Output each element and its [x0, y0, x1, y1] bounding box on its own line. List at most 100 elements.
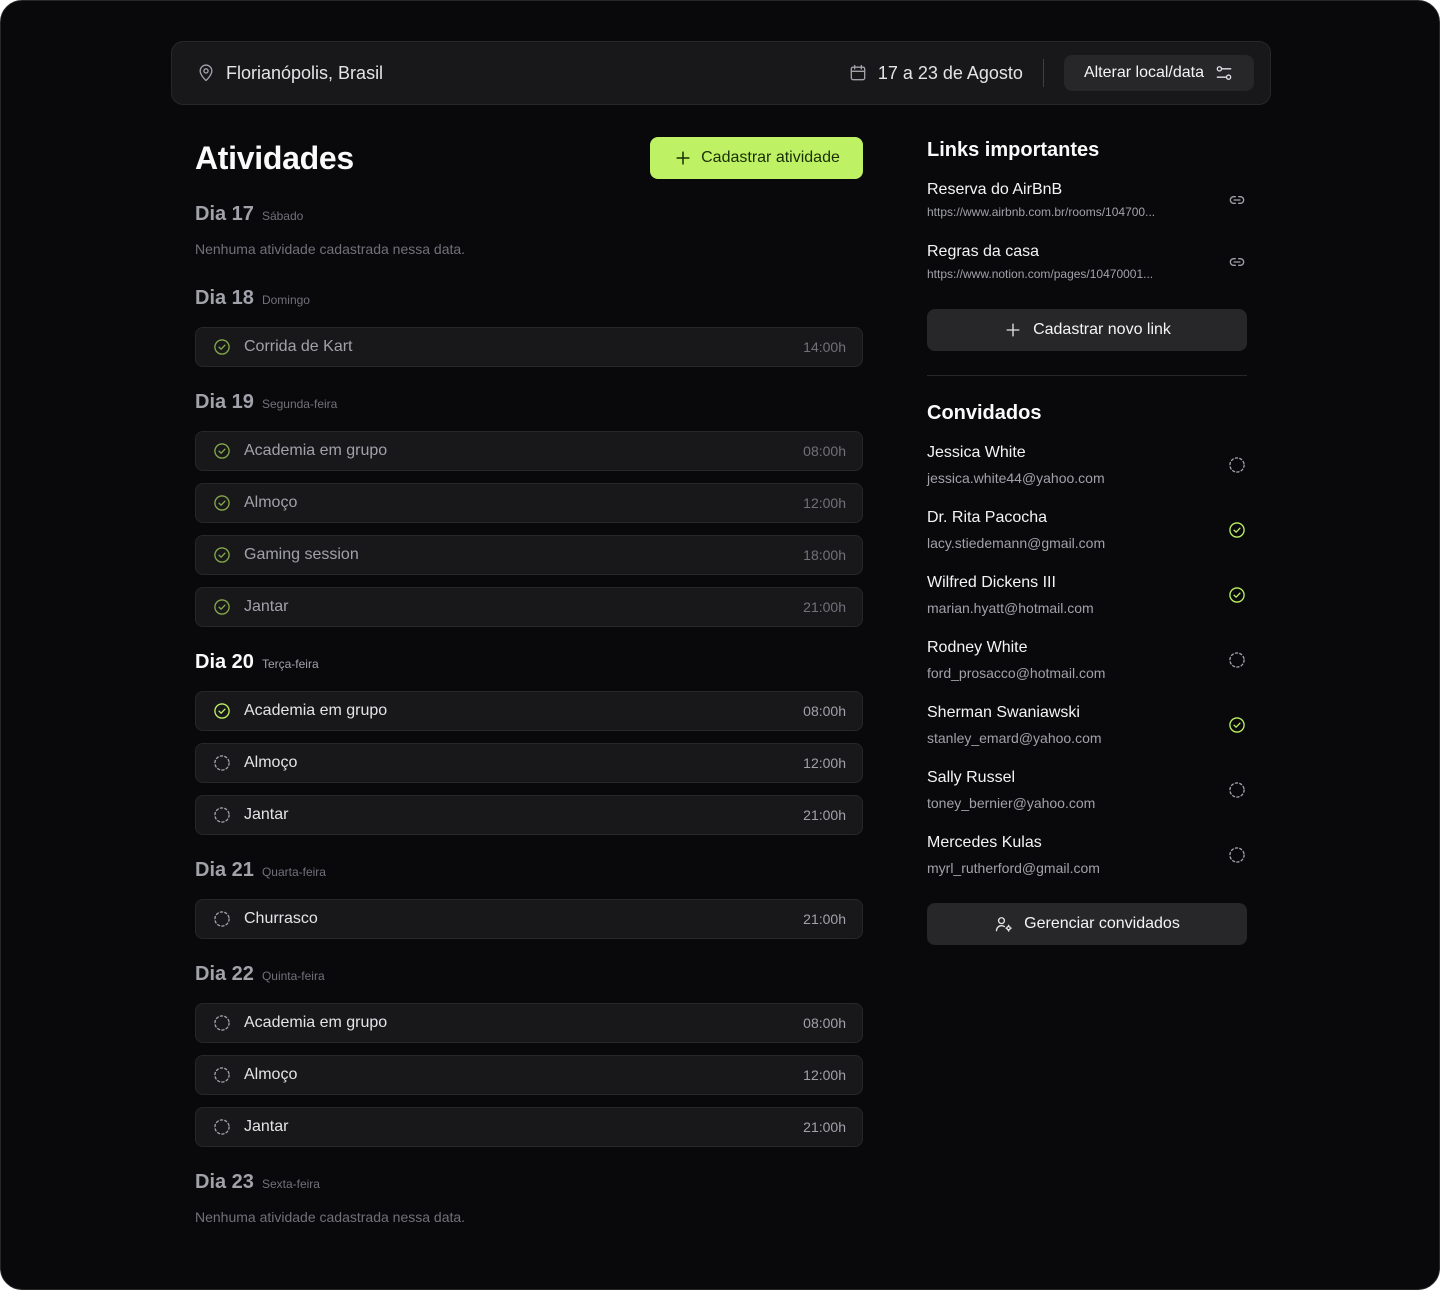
empty-day-message: Nenhuma atividade cadastrada nessa data.	[195, 1209, 466, 1225]
guest-item: Wilfred Dickens III marian.hyatt@hotmail.…	[927, 568, 1247, 621]
activity-time: 21:00h	[803, 599, 846, 615]
empty-day-message: Nenhuma atividade cadastrada nessa data.	[195, 241, 466, 257]
activities-title: Atividades	[195, 139, 354, 176]
guest-name: Jessica White	[927, 443, 1026, 461]
guest-email: jessica.white44@yahoo.com	[927, 469, 1105, 486]
add-activity-button[interactable]: Cadastrar atividade	[650, 137, 863, 179]
activity-name: Churrasco	[244, 910, 318, 927]
guest-name: Sally Russel	[927, 768, 1016, 786]
activity-list: Academia em grupo 08:00h Almoço 12:00h Janta…	[195, 691, 863, 835]
activity-list: Churrasco 21:00h	[195, 899, 863, 939]
activity-name: Jantar	[244, 598, 289, 615]
day-group: Dia 20 Terça-feira Academia em grupo 08:00h…	[195, 651, 863, 835]
guest-name: Sherman Swaniawski	[927, 703, 1080, 721]
link-icon[interactable]	[1227, 190, 1247, 210]
activity-item[interactable]: Jantar 21:00h	[195, 1107, 863, 1147]
trip-location: Florianópolis, Brasil	[196, 63, 383, 84]
guest-item: Sally Russel toney_bernier@yahoo.com	[927, 763, 1247, 816]
guest-name: Dr. Rita Pacocha	[927, 508, 1048, 526]
circle-check-icon	[212, 597, 232, 617]
day-header: Dia 18 Domingo	[195, 287, 863, 315]
circle-dashed-icon	[1227, 780, 1247, 800]
activity-item[interactable]: Academia em grupo 08:00h	[195, 1003, 863, 1043]
guest-item: Jessica White jessica.white44@yahoo.com	[927, 438, 1247, 491]
activity-item[interactable]: Academia em grupo 08:00h	[195, 431, 863, 471]
activity-item[interactable]: Almoço 12:00h	[195, 1055, 863, 1095]
activity-name: Academia em grupo	[244, 442, 388, 459]
circle-dashed-icon	[1227, 455, 1247, 475]
day-weekday: Sábado	[261, 209, 304, 223]
guest-name: Mercedes Kulas	[927, 833, 1042, 851]
circle-dashed-icon	[212, 1117, 232, 1137]
change-location-date-button[interactable]: Alterar local/data	[1063, 55, 1254, 91]
circle-dashed-icon	[1227, 845, 1247, 865]
guest-email: myrl_rutherford@gmail.com	[927, 859, 1100, 876]
day-label: Dia 18	[195, 287, 254, 309]
day-header: Dia 22 Quinta-feira	[195, 963, 863, 991]
activity-time: 18:00h	[803, 547, 846, 563]
day-weekday: Sexta-feira	[261, 1177, 320, 1191]
circle-dashed-icon	[212, 1065, 232, 1085]
day-group: Dia 17 Sábado Nenhuma atividade cadastrada…	[195, 203, 863, 263]
circle-check-icon	[212, 441, 232, 461]
guests-title: Convidados	[927, 402, 1042, 424]
activity-item[interactable]: Jantar 21:00h	[195, 795, 863, 835]
circle-check-icon	[212, 337, 232, 357]
activity-time: 21:00h	[803, 911, 846, 927]
circle-dashed-icon	[212, 1013, 232, 1033]
activity-item[interactable]: Almoço 12:00h	[195, 483, 863, 523]
sliders-icon	[1214, 63, 1234, 83]
app-window: Florianópolis, Brasil 17 a 23 de Agosto …	[0, 0, 1440, 1290]
circle-check-icon	[1227, 520, 1247, 540]
day-label: Dia 20	[195, 651, 254, 673]
day-weekday: Quarta-feira	[261, 865, 326, 879]
activity-item[interactable]: Churrasco 21:00h	[195, 899, 863, 939]
activity-time: 08:00h	[803, 443, 846, 459]
circle-check-icon	[212, 493, 232, 513]
plus-icon	[1003, 320, 1023, 340]
circle-check-icon	[1227, 585, 1247, 605]
day-header: Dia 20 Terça-feira	[195, 651, 863, 679]
trip-header: Florianópolis, Brasil 17 a 23 de Agosto …	[171, 41, 1271, 105]
activity-time: 12:00h	[803, 1067, 846, 1083]
circle-dashed-icon	[212, 805, 232, 825]
guests-list: Jessica White jessica.white44@yahoo.com Dr…	[927, 438, 1247, 881]
activity-name: Academia em grupo	[244, 702, 388, 719]
manage-guests-button[interactable]: Gerenciar convidados	[927, 903, 1247, 945]
activity-time: 12:00h	[803, 755, 846, 771]
activity-item[interactable]: Corrida de Kart 14:00h	[195, 327, 863, 367]
circle-check-icon	[212, 545, 232, 565]
plus-icon	[673, 148, 693, 168]
activity-item[interactable]: Academia em grupo 08:00h	[195, 691, 863, 731]
circle-dashed-icon	[1227, 650, 1247, 670]
day-group: Dia 18 Domingo Corrida de Kart 14:00h	[195, 287, 863, 367]
map-pin-icon	[196, 63, 216, 83]
activity-name: Jantar	[244, 1118, 289, 1135]
guest-item: Mercedes Kulas myrl_rutherford@gmail.com	[927, 828, 1247, 881]
activity-name: Corrida de Kart	[244, 338, 353, 355]
circle-dashed-icon	[212, 909, 232, 929]
link-item: Regras da casa https://www.notion.com/pag…	[927, 237, 1247, 287]
day-label: Dia 23	[195, 1171, 254, 1193]
link-url[interactable]: https://www.notion.com/pages/10470001...	[927, 267, 1227, 281]
activity-time: 21:00h	[803, 807, 846, 823]
day-header: Dia 23 Sexta-feira	[195, 1171, 863, 1199]
calendar-icon	[848, 63, 868, 83]
activity-time: 14:00h	[803, 339, 846, 355]
activity-item[interactable]: Almoço 12:00h	[195, 743, 863, 783]
add-link-button[interactable]: Cadastrar novo link	[927, 309, 1247, 351]
activities-day-list: Dia 17 Sábado Nenhuma atividade cadastrada…	[195, 203, 863, 1231]
activity-item[interactable]: Gaming session 18:00h	[195, 535, 863, 575]
guest-email: lacy.stiedemann@gmail.com	[927, 534, 1106, 551]
day-header: Dia 17 Sábado	[195, 203, 863, 231]
day-weekday: Quinta-feira	[261, 969, 325, 983]
links-title: Links importantes	[927, 139, 1100, 161]
day-label: Dia 22	[195, 963, 254, 985]
activity-item[interactable]: Jantar 21:00h	[195, 587, 863, 627]
activity-list: Academia em grupo 08:00h Almoço 12:00h Janta…	[195, 1003, 863, 1147]
day-group: Dia 22 Quinta-feira Academia em grupo 08:00…	[195, 963, 863, 1147]
day-group: Dia 23 Sexta-feira Nenhuma atividade cadas…	[195, 1171, 863, 1231]
link-url[interactable]: https://www.airbnb.com.br/rooms/104700..…	[927, 205, 1227, 219]
link-icon[interactable]	[1227, 252, 1247, 272]
day-weekday: Domingo	[261, 293, 310, 307]
